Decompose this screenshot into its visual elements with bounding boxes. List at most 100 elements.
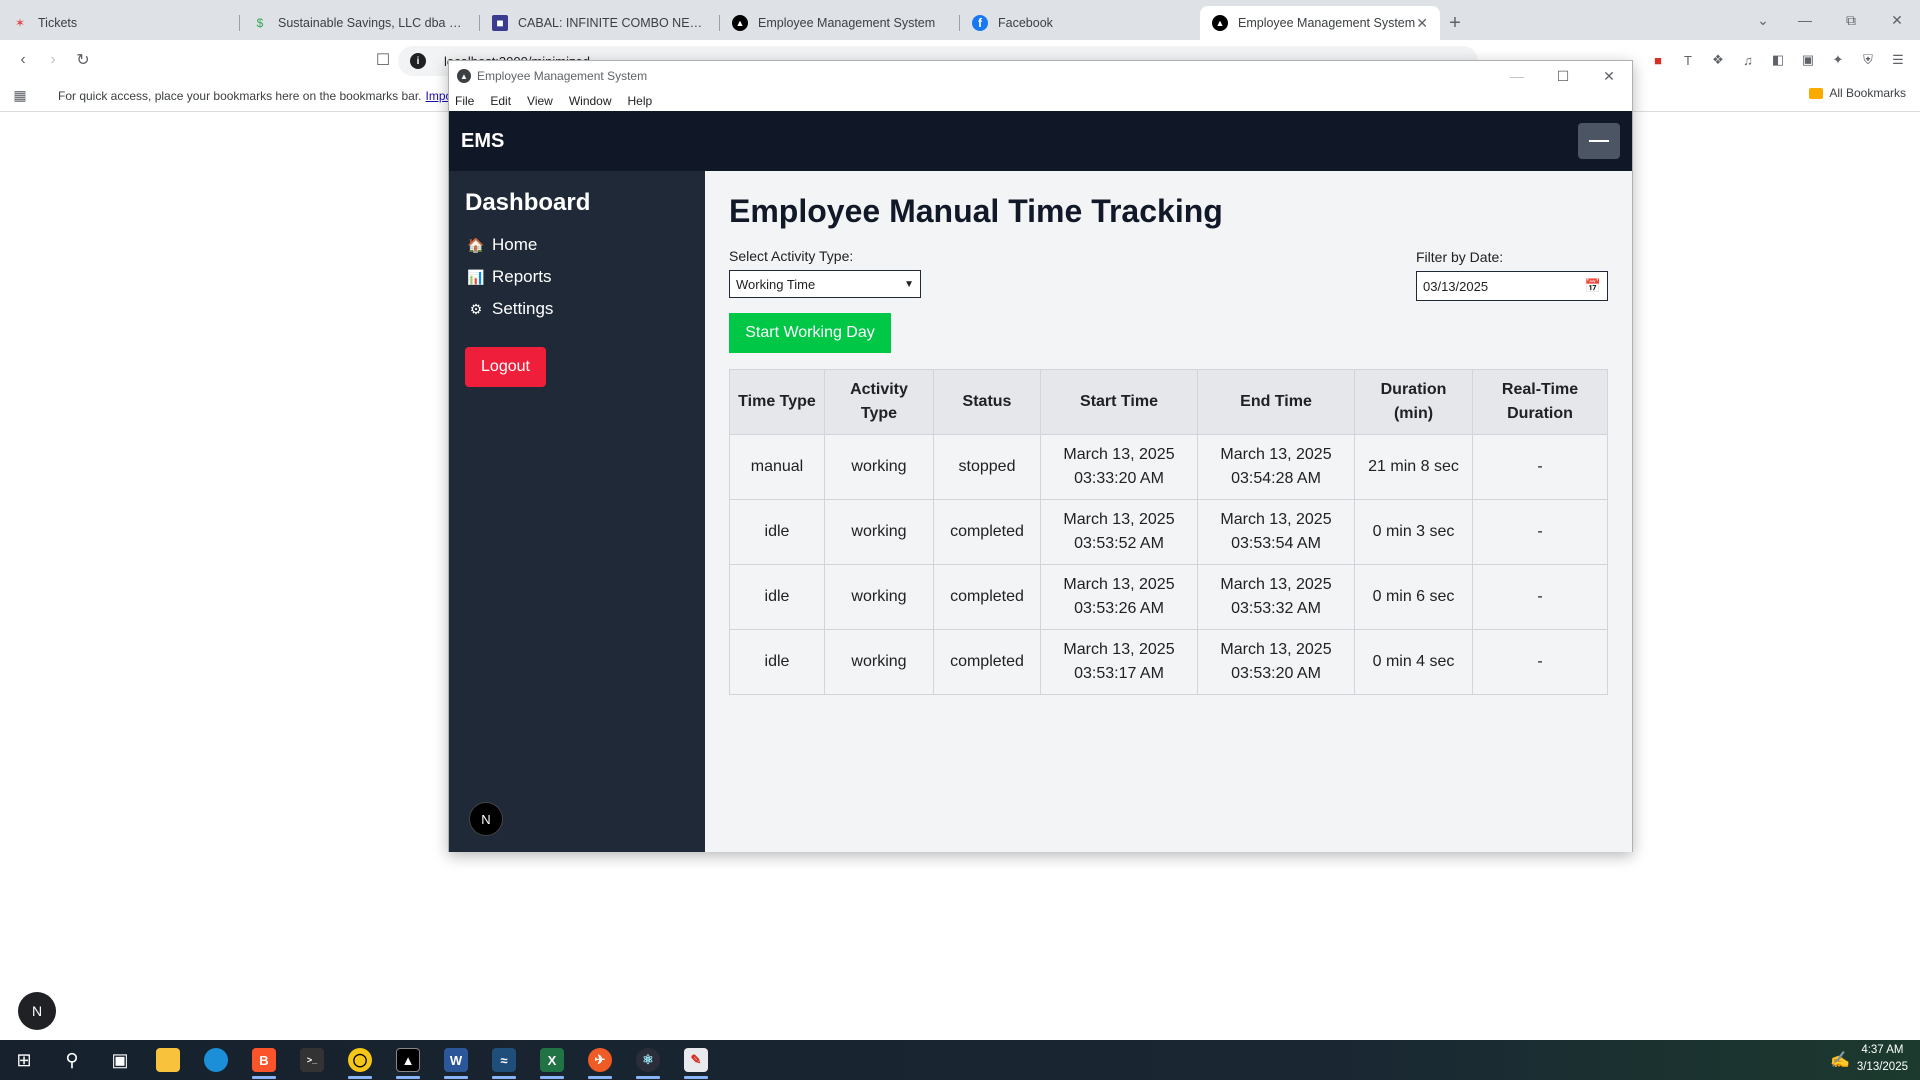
logout-button[interactable]: Logout <box>465 347 546 387</box>
sidebar-heading: Dashboard <box>465 189 591 216</box>
cell-start-time: March 13, 2025 03:33:20 AM <box>1040 434 1198 500</box>
tab-title: CABAL: INFINITE COMBO NEWS <box>518 16 708 30</box>
cell-realtime: - <box>1472 629 1608 695</box>
toggle-bar-icon <box>1589 140 1609 142</box>
start-clock: 03:53:26 AM <box>1074 600 1164 617</box>
close-window-icon[interactable]: ✕ <box>1874 0 1920 40</box>
browser-tab-bar: ✶ Tickets $ Sustainable Savings, LLC dba… <box>0 0 1920 40</box>
nextjs-badge[interactable]: N <box>469 802 503 836</box>
site-info-icon[interactable]: i <box>410 53 426 69</box>
music-icon[interactable]: ♫ <box>1736 48 1760 72</box>
file-explorer-icon[interactable] <box>144 1040 192 1080</box>
task-view-icon[interactable]: ▣ <box>96 1040 144 1080</box>
sidebar-item-label: Settings <box>492 299 554 318</box>
word-icon[interactable]: W <box>432 1040 480 1080</box>
cell-duration: 21 min 8 sec <box>1354 434 1473 500</box>
extension-red-icon[interactable]: ■ <box>1646 48 1670 72</box>
start-clock: 03:53:17 AM <box>1074 665 1164 682</box>
sidebar-toggle-button[interactable] <box>1578 123 1620 159</box>
column-header-duration: Duration (min) <box>1354 369 1473 435</box>
sidebar: Dashboard 🏠 Home 📊 Reports ⚙ Settings Lo… <box>449 171 705 852</box>
sidebar-item-settings[interactable]: ⚙ Settings <box>465 293 689 325</box>
start-date: March 13, 2025 <box>1063 446 1175 463</box>
postman-icon[interactable]: ✈ <box>576 1040 624 1080</box>
sidebar-icon[interactable]: ◧ <box>1766 48 1790 72</box>
menu-view[interactable]: View <box>527 94 553 108</box>
nextjs-badge[interactable]: N <box>18 992 56 1030</box>
ems-app-window: ▲ Employee Management System — ☐ ✕ File … <box>448 60 1633 852</box>
brave-icon[interactable]: B <box>240 1040 288 1080</box>
windows-start-icon[interactable]: ⊞ <box>0 1040 48 1080</box>
all-bookmarks[interactable]: All Bookmarks <box>1809 86 1906 100</box>
sidebar-item-reports[interactable]: 📊 Reports <box>465 261 689 293</box>
app-icon[interactable]: ▲ <box>384 1040 432 1080</box>
start-working-day-button[interactable]: Start Working Day <box>729 313 891 353</box>
apps-grid-icon[interactable]: ▦ <box>10 86 30 106</box>
tab-tickets[interactable]: ✶ Tickets <box>0 6 240 40</box>
column-header-start-time: Start Time <box>1040 369 1198 435</box>
chatgpt-icon[interactable]: ◯ <box>336 1040 384 1080</box>
ems-brand[interactable]: EMS <box>461 130 504 153</box>
search-icon[interactable]: ⚲ <box>48 1040 96 1080</box>
tab-cabal[interactable]: ■ CABAL: INFINITE COMBO NEWS <box>480 6 720 40</box>
paint-icon[interactable]: ✎ <box>672 1040 720 1080</box>
activity-type-select[interactable]: Working Time ▼ <box>729 270 921 298</box>
tab-ems-active[interactable]: ▲ Employee Management System ✕ <box>1200 6 1440 40</box>
app-close-icon[interactable]: ✕ <box>1586 61 1632 91</box>
extension-puzzle-icon[interactable]: ❖ <box>1706 48 1730 72</box>
tab-sustainable-savings[interactable]: $ Sustainable Savings, LLC dba Sustai <box>240 6 480 40</box>
close-tab-icon[interactable]: ✕ <box>1416 15 1428 32</box>
restore-icon[interactable]: ⧉ <box>1828 0 1874 40</box>
extension-t-icon[interactable]: T <box>1676 48 1700 72</box>
ai-icon[interactable]: ✦ <box>1826 48 1850 72</box>
reload-icon[interactable]: ↻ <box>68 45 98 75</box>
app-title-bar: ▲ Employee Management System <box>449 61 1632 91</box>
cell-end-time: March 13, 2025 03:53:20 AM <box>1197 629 1355 695</box>
system-clock[interactable]: 4:37 AM 3/13/2025 <box>1857 1042 1908 1076</box>
new-tab-icon[interactable]: + <box>1440 6 1470 40</box>
menu-window[interactable]: Window <box>569 94 612 108</box>
cell-activity: working <box>824 629 934 695</box>
menu-icon[interactable]: ☰ <box>1886 48 1910 72</box>
menu-help[interactable]: Help <box>628 94 653 108</box>
back-icon[interactable]: ‹ <box>8 45 38 75</box>
sidebar-item-home[interactable]: 🏠 Home <box>465 229 689 261</box>
app-title: Employee Management System <box>477 69 648 83</box>
dollar-icon: $ <box>256 16 264 30</box>
bookmark-icon[interactable]: ☐ <box>368 45 398 75</box>
tab-title: Employee Management System <box>1238 16 1416 30</box>
start-clock: 03:53:52 AM <box>1074 535 1164 552</box>
cell-end-time: March 13, 2025 03:53:32 AM <box>1197 564 1355 630</box>
excel-icon[interactable]: X <box>528 1040 576 1080</box>
tab-ems-1[interactable]: ▲ Employee Management System <box>720 6 960 40</box>
menu-file[interactable]: File <box>455 94 474 108</box>
minimize-icon[interactable]: — <box>1782 0 1828 40</box>
forward-icon[interactable]: › <box>38 45 68 75</box>
cell-activity: working <box>824 499 934 565</box>
tab-title: Facebook <box>998 16 1053 30</box>
home-icon: 🏠 <box>467 236 485 253</box>
azure-data-studio-icon[interactable]: ≈ <box>480 1040 528 1080</box>
edge-icon[interactable] <box>192 1040 240 1080</box>
menu-edit[interactable]: Edit <box>490 94 511 108</box>
column-header-status: Status <box>933 369 1041 435</box>
app-minimize-icon[interactable]: — <box>1494 61 1540 91</box>
electron-icon[interactable]: ⚛ <box>624 1040 672 1080</box>
pen-icon[interactable]: ✍ <box>1830 1050 1850 1070</box>
end-clock: 03:53:54 AM <box>1231 535 1321 552</box>
start-clock: 03:33:20 AM <box>1074 470 1164 487</box>
date-filter-input[interactable]: 03/13/2025 📅 <box>1416 271 1608 301</box>
terminal-icon[interactable]: >_ <box>288 1040 336 1080</box>
all-bookmarks-label: All Bookmarks <box>1829 86 1906 100</box>
wallet-icon[interactable]: ▣ <box>1796 48 1820 72</box>
sidebar-item-label: Home <box>492 235 538 254</box>
tab-facebook[interactable]: f Facebook <box>960 6 1200 40</box>
column-header-end-time: End Time <box>1197 369 1355 435</box>
app-maximize-icon[interactable]: ☐ <box>1540 61 1586 91</box>
calendar-icon[interactable]: 📅 <box>1585 278 1601 294</box>
cell-status: stopped <box>933 434 1041 500</box>
shield-icon[interactable]: ⛨ <box>1856 48 1880 72</box>
clock-time: 4:37 AM <box>1861 1044 1904 1056</box>
folder-icon <box>1809 87 1824 99</box>
tab-search-icon[interactable]: ⌄ <box>1740 0 1786 40</box>
